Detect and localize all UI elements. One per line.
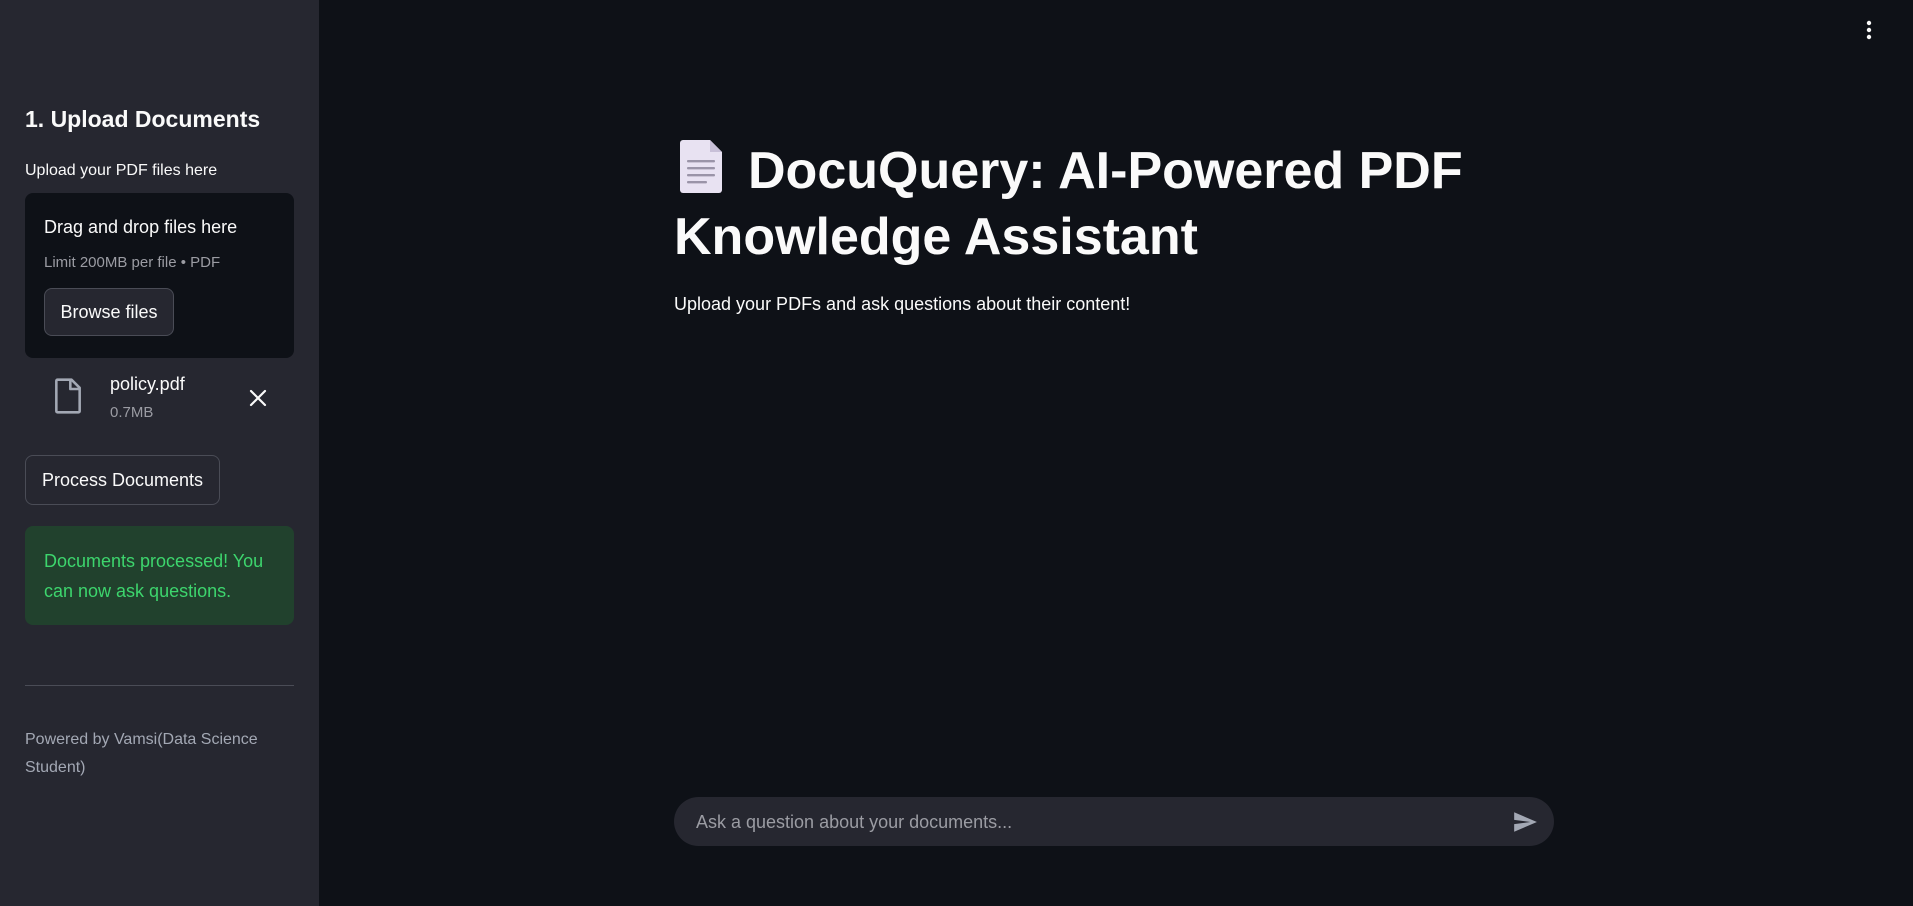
page-title: DocuQuery: AI-Powered PDF Knowledge Assi… [674,136,1474,270]
page-document-icon [680,140,722,193]
uploaded-file-item: policy.pdf 0.7MB [25,368,294,428]
chat-input-bar [674,797,1554,848]
upload-label: Upload your PDF files here [25,162,218,179]
chat-input[interactable] [694,797,1498,848]
sidebar: 1. Upload Documents Upload your PDF file… [0,0,319,906]
process-documents-button[interactable]: Process Documents [25,455,220,505]
dropzone-title: Drag and drop files here [44,217,238,237]
sidebar-section-title: 1. Upload Documents [25,106,261,132]
more-vertical-icon[interactable] [1857,18,1881,42]
browse-files-button[interactable]: Browse files [44,288,174,336]
app: 1. Upload Documents Upload your PDF file… [0,0,1913,906]
page-subtitle: Upload your PDFs and ask questions about… [674,294,1131,314]
footer-credit: Powered by Vamsi(Data Science Student) [25,731,258,776]
success-alert: Documents processed! You can now ask que… [25,526,294,625]
page-title-text: DocuQuery: AI-Powered PDF Knowledge Assi… [674,142,1463,266]
file-icon [55,378,81,414]
close-icon[interactable] [246,386,270,410]
dropzone-limit: Limit 200MB per file • PDF [44,254,221,271]
file-name: policy.pdf [110,374,185,394]
sidebar-divider [25,685,294,686]
send-icon[interactable] [1512,809,1538,835]
file-dropzone[interactable]: Drag and drop files here Limit 200MB per… [25,193,294,358]
file-size: 0.7MB [110,404,154,421]
